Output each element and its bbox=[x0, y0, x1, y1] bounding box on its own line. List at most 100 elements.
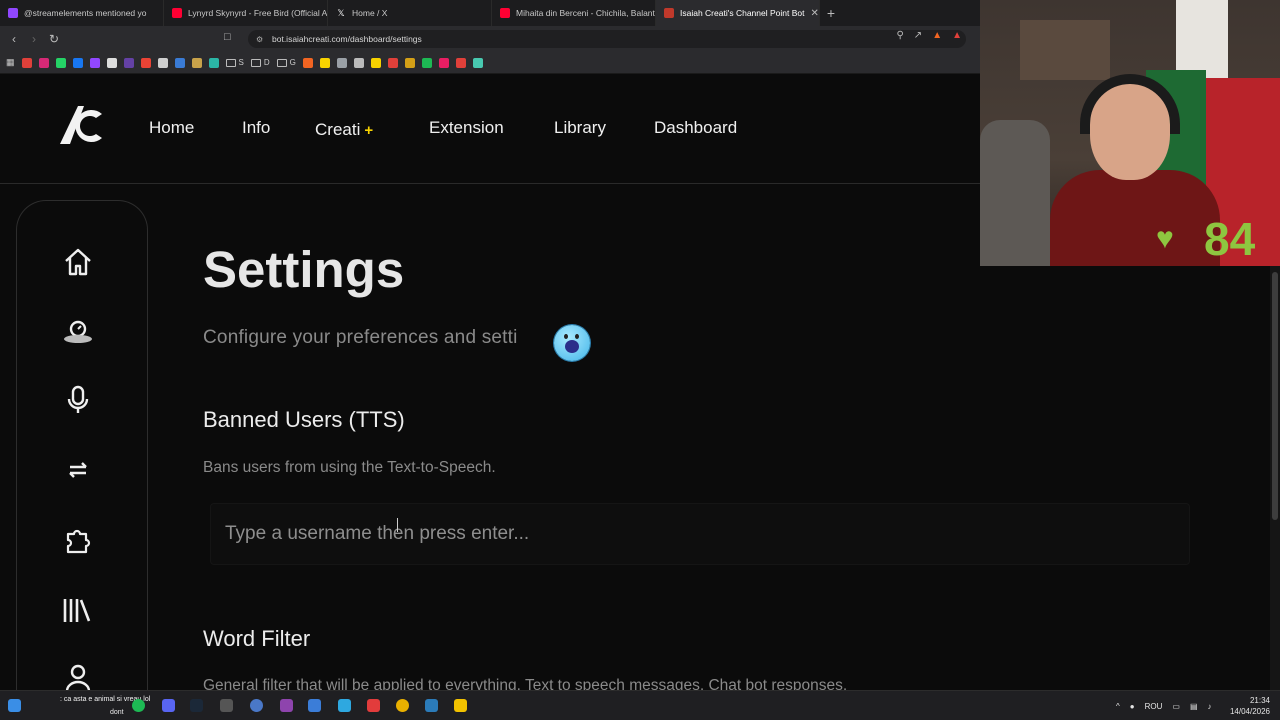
globe-icon[interactable] bbox=[250, 699, 263, 712]
bookmark-site-icon[interactable] bbox=[370, 57, 381, 68]
webcam-shelf bbox=[1020, 20, 1110, 80]
folder-label: D bbox=[263, 58, 270, 67]
page-title: Settings bbox=[203, 241, 405, 298]
zoom-icon[interactable]: ⚲ bbox=[896, 30, 903, 41]
bookmark-folder[interactable]: D bbox=[250, 58, 270, 67]
microphone-icon[interactable] bbox=[61, 383, 95, 417]
forward-icon[interactable]: › bbox=[24, 32, 44, 46]
network-icon[interactable]: ▤ bbox=[1190, 702, 1198, 711]
swap-arrows-icon[interactable] bbox=[61, 453, 95, 487]
bookmark-site-icon[interactable] bbox=[157, 57, 168, 68]
bookmark-folder[interactable]: S bbox=[225, 58, 244, 67]
new-tab-button[interactable]: + bbox=[820, 5, 842, 21]
browser-tab[interactable]: Lynyrd Skynyrd - Free Bird (Official A bbox=[164, 0, 328, 26]
bookmark-site-icon[interactable] bbox=[123, 57, 134, 68]
scrollbar-thumb[interactable] bbox=[1272, 272, 1278, 520]
bookmark-site-icon[interactable] bbox=[174, 57, 185, 68]
bookmark-youtube-icon[interactable] bbox=[21, 57, 32, 68]
bookmark-site-icon[interactable] bbox=[455, 57, 466, 68]
nav-extension[interactable]: Extension bbox=[429, 118, 504, 138]
microphone-tray-icon[interactable]: ● bbox=[1130, 702, 1135, 711]
home-icon[interactable] bbox=[61, 245, 95, 279]
bookmark-site-icon[interactable] bbox=[302, 57, 313, 68]
nav-home[interactable]: Home bbox=[149, 118, 194, 138]
url-field[interactable]: ⚙ bot.isaiahcreati.com/dashboard/setting… bbox=[248, 30, 966, 48]
bookmark-x-icon[interactable] bbox=[106, 57, 117, 68]
puzzle-icon[interactable] bbox=[61, 523, 95, 557]
browser-tab-active[interactable]: Isaiah Creati's Channel Point Bot ✕ bbox=[656, 0, 820, 26]
site-logo[interactable] bbox=[56, 100, 106, 150]
bookmark-instagram-icon[interactable] bbox=[38, 57, 49, 68]
folder-icon bbox=[250, 58, 261, 67]
bookmark-site-icon[interactable] bbox=[191, 57, 202, 68]
folder-label: S bbox=[238, 58, 244, 67]
browser-tab[interactable]: @streamelements mentioned yo bbox=[0, 0, 164, 26]
language-indicator[interactable]: ROU bbox=[1145, 702, 1163, 711]
bookmark-facebook-icon[interactable] bbox=[72, 57, 83, 68]
tray-chevron-icon[interactable]: ^ bbox=[1116, 702, 1120, 711]
bookmark-site-icon[interactable] bbox=[387, 57, 398, 68]
chat-ticker-2: dont bbox=[110, 709, 124, 716]
taskbar-clock[interactable]: 21:34 14/04/2026 bbox=[1230, 695, 1270, 717]
folder-icon bbox=[225, 58, 236, 67]
spotify-icon[interactable] bbox=[132, 699, 145, 712]
banned-username-field[interactable] bbox=[210, 503, 1190, 565]
chrome-icon[interactable] bbox=[396, 699, 409, 712]
bookmark-site-icon[interactable] bbox=[208, 57, 219, 68]
nav-dashboard[interactable]: Dashboard bbox=[654, 118, 737, 138]
app-icon[interactable] bbox=[338, 699, 351, 712]
system-tray: ^ ● ROU ▭ ▤ ♪ bbox=[1116, 691, 1212, 720]
app-icon[interactable] bbox=[454, 699, 467, 712]
nav-info[interactable]: Info bbox=[242, 118, 270, 138]
bookmark-twitch-icon[interactable] bbox=[89, 57, 100, 68]
site-info-icon[interactable]: ⚙ bbox=[256, 35, 266, 44]
discord-icon[interactable] bbox=[162, 699, 175, 712]
bookmark-icon[interactable]: □ bbox=[224, 31, 231, 43]
steam-icon[interactable] bbox=[190, 699, 203, 712]
banned-users-heading: Banned Users (TTS) bbox=[203, 407, 405, 432]
nav-library[interactable]: Library bbox=[554, 118, 606, 138]
apps-grid-icon[interactable]: ▦ bbox=[6, 57, 15, 68]
bookmark-gmail-icon[interactable] bbox=[140, 57, 151, 68]
bookmark-site-icon[interactable] bbox=[353, 57, 364, 68]
folder-icon bbox=[276, 58, 287, 67]
start-icon[interactable] bbox=[8, 699, 21, 712]
bookmark-site-icon[interactable] bbox=[404, 57, 415, 68]
share-icon[interactable]: ↗ bbox=[914, 30, 922, 41]
reload-icon[interactable]: ↻ bbox=[44, 32, 64, 46]
banned-username-input[interactable] bbox=[225, 523, 1125, 545]
app-icon[interactable] bbox=[425, 699, 438, 712]
tab-title: Lynyrd Skynyrd - Free Bird (Official A bbox=[188, 8, 328, 18]
tab-title: Home / X bbox=[352, 8, 388, 18]
bookmark-whatsapp-icon[interactable] bbox=[55, 57, 66, 68]
app-icon[interactable] bbox=[220, 699, 233, 712]
bookmark-site-icon[interactable] bbox=[336, 57, 347, 68]
nav-creati[interactable]: Creati + bbox=[315, 120, 373, 140]
file-explorer-icon[interactable] bbox=[308, 699, 321, 712]
library-icon[interactable] bbox=[61, 593, 95, 627]
site-header: Home Info Creati + Extension Library Dash… bbox=[0, 74, 980, 184]
browser-tab[interactable]: 𝕏 Home / X bbox=[328, 0, 492, 26]
bookmark-site-icon[interactable] bbox=[438, 57, 449, 68]
youtube-icon bbox=[500, 8, 510, 18]
app-icon[interactable] bbox=[367, 699, 380, 712]
text-cursor-icon bbox=[397, 518, 399, 532]
bookmark-site-icon[interactable] bbox=[472, 57, 483, 68]
plus-icon: + bbox=[364, 122, 374, 139]
page-scrollbar[interactable] bbox=[1270, 266, 1280, 690]
address-actions: ⚲ ↗ ▲ ▲ bbox=[896, 26, 962, 44]
brave-rewards-icon[interactable]: ▲ bbox=[952, 30, 962, 41]
dashboard-icon[interactable] bbox=[61, 313, 95, 347]
brave-shield-icon[interactable]: ▲ bbox=[932, 30, 942, 41]
bookmark-spotify-icon[interactable] bbox=[421, 57, 432, 68]
browser-tab[interactable]: Mihaita din Berceni - Chichila, Balant bbox=[492, 0, 656, 26]
tab-title: Mihaita din Berceni - Chichila, Balant bbox=[516, 8, 655, 18]
back-icon[interactable]: ‹ bbox=[4, 32, 24, 46]
close-tab-icon[interactable]: ✕ bbox=[810, 8, 818, 19]
bookmark-folder[interactable]: G bbox=[276, 58, 296, 67]
app-icon[interactable] bbox=[280, 699, 293, 712]
banned-users-description: Bans users from using the Text-to-Speech… bbox=[203, 459, 496, 476]
display-icon[interactable]: ▭ bbox=[1172, 702, 1180, 711]
bookmark-site-icon[interactable] bbox=[319, 57, 330, 68]
volume-icon[interactable]: ♪ bbox=[1208, 702, 1212, 711]
